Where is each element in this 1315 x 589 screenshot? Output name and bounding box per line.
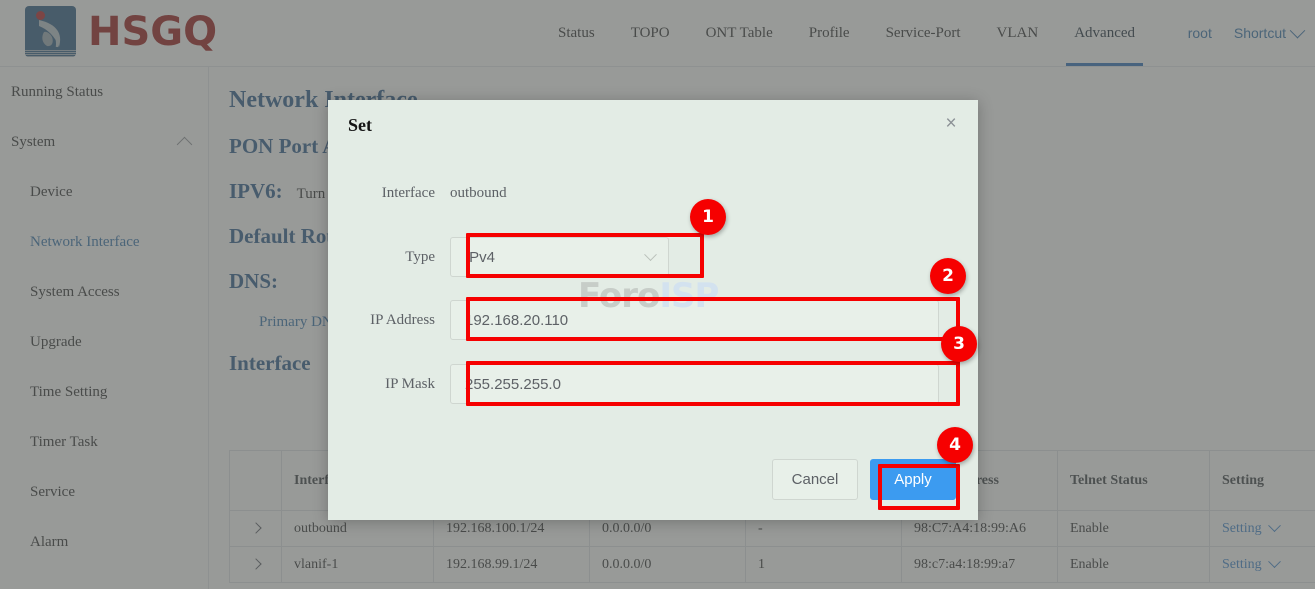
- ip-address-field-label: IP Address: [328, 312, 450, 329]
- annotation-box-ip-address: [466, 297, 960, 341]
- app-root: HSGQ Status TOPO ONT Table Profile Servi…: [0, 0, 1315, 589]
- type-field-label: Type: [328, 249, 450, 266]
- field-interface: Interface outbound: [328, 185, 507, 202]
- ip-mask-field-label: IP Mask: [328, 376, 450, 393]
- interface-field-label: Interface: [328, 185, 450, 202]
- annotation-badge-1: 1: [690, 199, 726, 235]
- close-icon[interactable]: ×: [940, 114, 962, 136]
- annotation-box-ip-mask: [466, 361, 960, 406]
- annotation-box-type: [466, 233, 704, 278]
- dialog-title: Set: [348, 115, 372, 136]
- annotation-badge-3: 3: [941, 326, 977, 362]
- annotation-box-apply: [878, 464, 960, 510]
- annotation-badge-4: 4: [937, 427, 973, 463]
- cancel-button[interactable]: Cancel: [772, 459, 858, 500]
- annotation-badge-2: 2: [930, 258, 966, 294]
- interface-field-value: outbound: [450, 185, 507, 202]
